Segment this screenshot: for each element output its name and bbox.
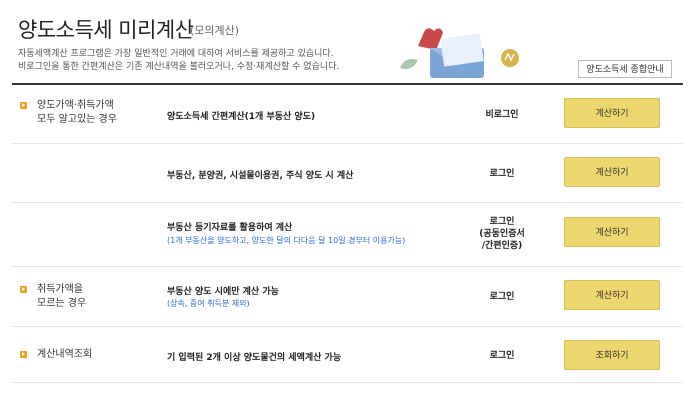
auth-line-3: /간편인증) [481, 241, 523, 251]
category-line-1: 양도가액·취득가액 [37, 100, 114, 111]
lookup-button[interactable]: 조회하기 [564, 340, 660, 370]
calculate-button[interactable]: 계산하기 [564, 157, 660, 187]
calculate-button[interactable]: 계산하기 [564, 217, 660, 247]
auth-type: 로그인 (공동인증서 /간편인증) [457, 216, 547, 252]
auth-type: 비로그인 [485, 110, 519, 120]
table-row: 부동산, 분양권, 시설물이용권, 주식 양도 시 계산 로그인 계산하기 [12, 143, 683, 203]
bullet-icon [20, 286, 27, 293]
auth-type: 로그인 [489, 292, 515, 302]
item-note: (1개 부동산을 양도하고, 양도한 달의 다다음 달 10일 경부터 이용가능… [167, 236, 406, 245]
table-row: 부동산 등기자료를 활용하여 계산 (1개 부동산을 양도하고, 양도한 달의 … [12, 202, 683, 267]
overview-button[interactable]: 양도소득세 종합안내 [578, 60, 672, 78]
category-line-1: 취득가액을 [37, 284, 83, 295]
calculate-button[interactable]: 계산하기 [564, 98, 660, 128]
category-history: 계산내역조회 [20, 348, 92, 362]
category-line-2: 모르는 경우 [37, 298, 87, 309]
calculate-button[interactable]: 계산하기 [564, 280, 660, 310]
table-row: 계산내역조회 기 입력된 2개 이상 양도물건의 세액계산 가능 로그인 조회하… [12, 326, 683, 383]
item-title: 부동산 양도 시에만 계산 가능 [167, 287, 279, 297]
category-line-2: 모두 알고있는 경우 [37, 114, 117, 125]
auth-type: 로그인 [489, 169, 515, 179]
auth-line-1: 로그인 [489, 217, 515, 227]
item-title: 부동산, 분양권, 시설물이용권, 주식 양도 시 계산 [167, 171, 354, 181]
item-title: 기 입력된 2개 이상 양도물건의 세액계산 가능 [167, 353, 342, 363]
item-note: (상속, 증여 취득분 제외) [167, 299, 250, 308]
category-label: 양도가액·취득가액모두 알고있는 경우 [37, 99, 117, 127]
auth-line-2: (공동인증서 [479, 229, 525, 239]
description: 자동세액계산 프로그램은 가장 일반적인 거래에 대하여 서비스를 제공하고 있… [18, 48, 339, 74]
page-title: 양도소득세 미리계산 [18, 18, 194, 42]
table-row: 취득가액을모르는 경우 부동산 양도 시에만 계산 가능 (상속, 증여 취득분… [12, 266, 683, 327]
auth-type: 로그인 [489, 351, 515, 361]
page-subtitle: (모의계산) [190, 24, 240, 37]
table-row: 양도가액·취득가액모두 알고있는 경우 양도소득세 간편계산(1개 부동산 양도… [12, 85, 683, 144]
category-label: 취득가액을모르는 경우 [37, 283, 86, 311]
bullet-icon [20, 351, 27, 358]
description-line-1: 자동세액계산 프로그램은 가장 일반적인 거래에 대하여 서비스를 제공하고 있… [18, 49, 334, 59]
item-title: 양도소득세 간편계산(1개 부동산 양도) [167, 112, 316, 122]
category-known: 양도가액·취득가액모두 알고있는 경우 [20, 99, 117, 127]
bullet-icon [20, 102, 27, 109]
item-title: 부동산 등기자료를 활용하여 계산 [167, 223, 293, 233]
hero-illustration [400, 28, 519, 78]
category-line-1: 계산내역조회 [37, 349, 93, 360]
description-line-2: 비로그인을 통한 간편계산은 기존 계산내역을 불러오거나, 수정·재계산할 수… [18, 62, 340, 72]
category-unknown: 취득가액을모르는 경우 [20, 283, 86, 311]
